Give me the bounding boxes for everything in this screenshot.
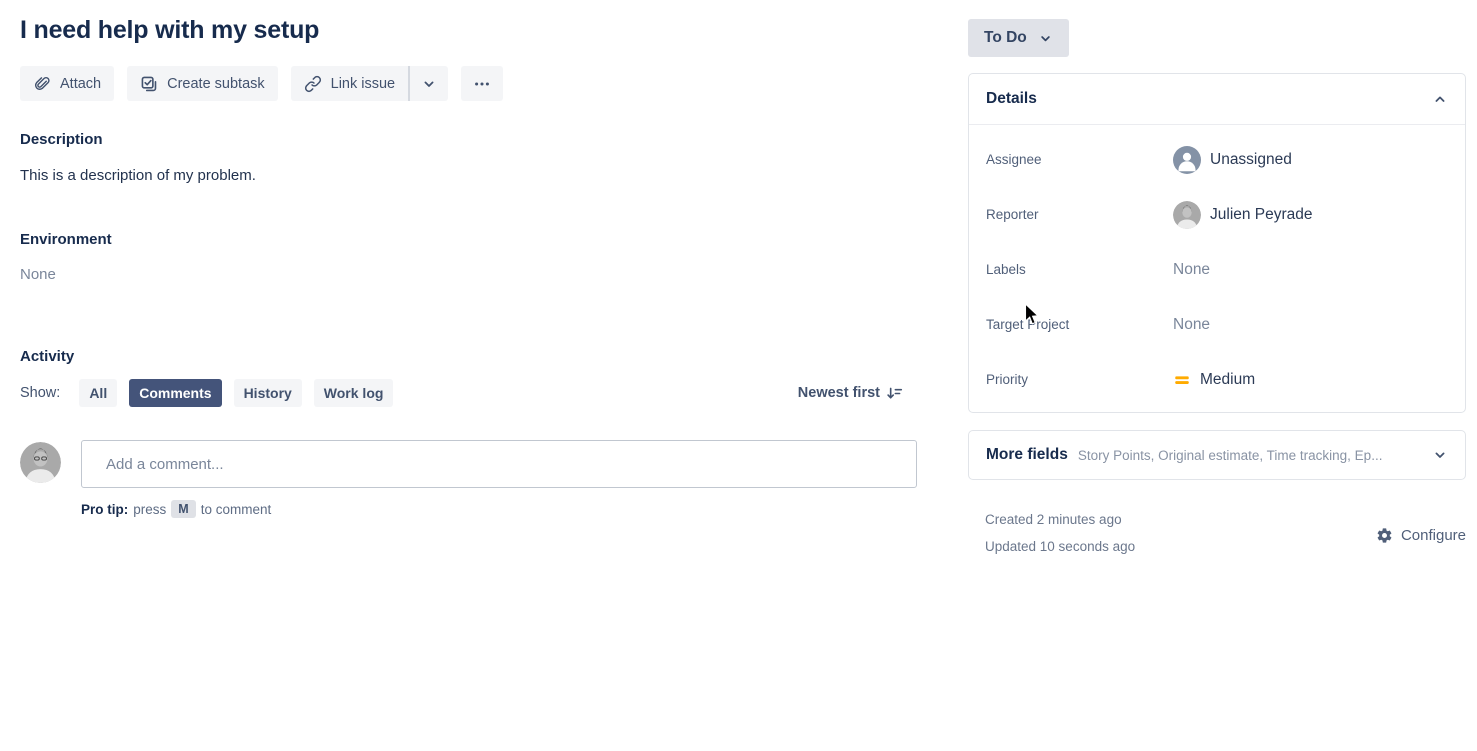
sort-order-label: Newest first (798, 385, 880, 401)
issue-sidebar: To Do Details Assignee (968, 0, 1466, 560)
issue-toolbar: Attach Create subtask (20, 66, 917, 101)
ellipsis-icon (473, 75, 491, 93)
reporter-value[interactable]: Julien Peyrade (1173, 201, 1313, 229)
reporter-avatar (1173, 201, 1201, 229)
status-label: To Do (984, 29, 1027, 47)
updated-timestamp: Updated 10 seconds ago (985, 533, 1135, 560)
filter-comments[interactable]: Comments (129, 379, 221, 407)
reporter-name: Julien Peyrade (1210, 206, 1313, 224)
details-fields: Assignee Unassigned Reporter (969, 125, 1465, 412)
target-project-label: Target Project (986, 317, 1173, 332)
keyboard-key-m: M (171, 500, 195, 518)
more-fields-summary: Story Points, Original estimate, Time tr… (1078, 448, 1422, 463)
field-row-priority: Priority Medium (969, 352, 1465, 407)
current-user-avatar[interactable] (20, 442, 61, 483)
comment-pro-tip: Pro tip: press M to comment (81, 500, 917, 518)
assignee-label: Assignee (986, 152, 1173, 167)
link-issue-button[interactable]: Link issue (291, 66, 408, 101)
link-issue-label: Link issue (331, 76, 395, 92)
filter-history[interactable]: History (234, 379, 302, 407)
subtask-checkbox-icon (140, 75, 158, 93)
chevron-down-icon (1038, 31, 1053, 46)
create-subtask-button[interactable]: Create subtask (127, 66, 278, 101)
configure-label: Configure (1401, 527, 1466, 544)
chevron-up-icon[interactable] (1432, 91, 1448, 107)
assignee-name: Unassigned (1210, 151, 1292, 169)
pro-tip-label: Pro tip: (81, 502, 128, 517)
environment-value[interactable]: None (20, 266, 917, 283)
activity-filter-pills: All Comments History Work log (79, 379, 393, 407)
link-icon (304, 75, 322, 93)
filter-all[interactable]: All (79, 379, 117, 407)
activity-heading: Activity (20, 348, 917, 366)
pro-tip-suffix: to comment (201, 502, 272, 517)
chevron-down-icon[interactable] (1432, 447, 1448, 463)
issue-meta-row: Created 2 minutes ago Updated 10 seconds… (968, 506, 1466, 560)
unassigned-avatar-icon (1173, 146, 1201, 174)
priority-label: Priority (986, 372, 1173, 387)
assignee-value[interactable]: Unassigned (1173, 146, 1292, 174)
priority-name: Medium (1200, 371, 1255, 389)
issue-view: I need help with my setup Attach (0, 0, 1477, 560)
reporter-label: Reporter (986, 207, 1173, 222)
description-body[interactable]: This is a description of my problem. (20, 166, 917, 186)
paperclip-icon (33, 75, 51, 93)
gear-icon (1376, 527, 1393, 544)
sort-descending-icon (886, 385, 903, 402)
issue-title: I need help with my setup (20, 14, 917, 46)
create-subtask-label: Create subtask (167, 76, 265, 92)
attach-button[interactable]: Attach (20, 66, 114, 101)
priority-medium-icon (1173, 371, 1191, 389)
attach-label: Attach (60, 76, 101, 92)
sort-order-button[interactable]: Newest first (798, 385, 903, 402)
chevron-down-icon (421, 76, 437, 92)
field-row-labels: Labels None (969, 242, 1465, 297)
more-actions-button[interactable] (461, 66, 503, 101)
link-issue-dropdown-button[interactable] (408, 66, 448, 101)
details-heading: Details (986, 90, 1037, 108)
pro-tip-press: press (133, 502, 166, 517)
field-row-target-project: Target Project None (969, 297, 1465, 352)
configure-button[interactable]: Configure (1376, 511, 1466, 560)
target-project-value[interactable]: None (1173, 316, 1210, 334)
details-panel: Details Assignee (968, 73, 1466, 413)
details-panel-header[interactable]: Details (969, 74, 1465, 125)
more-fields-heading: More fields (986, 446, 1068, 464)
field-row-assignee: Assignee Unassigned (969, 132, 1465, 187)
environment-heading: Environment (20, 231, 917, 249)
priority-value[interactable]: Medium (1173, 371, 1255, 389)
issue-main-column: I need help with my setup Attach (20, 0, 917, 560)
created-timestamp: Created 2 minutes ago (985, 506, 1135, 533)
filter-work-log[interactable]: Work log (314, 379, 394, 407)
field-row-reporter: Reporter (969, 187, 1465, 242)
comment-compose-row (20, 440, 917, 488)
labels-value[interactable]: None (1173, 261, 1210, 279)
activity-controls: Show: All Comments History Work log Newe… (20, 379, 917, 407)
issue-dates: Created 2 minutes ago Updated 10 seconds… (985, 506, 1135, 560)
show-label: Show: (20, 385, 60, 401)
more-fields-panel[interactable]: More fields Story Points, Original estim… (968, 430, 1466, 480)
status-dropdown-button[interactable]: To Do (968, 19, 1069, 57)
add-comment-input[interactable] (81, 440, 917, 488)
labels-label: Labels (986, 262, 1173, 277)
description-heading: Description (20, 131, 917, 149)
link-issue-split-button: Link issue (291, 66, 448, 101)
